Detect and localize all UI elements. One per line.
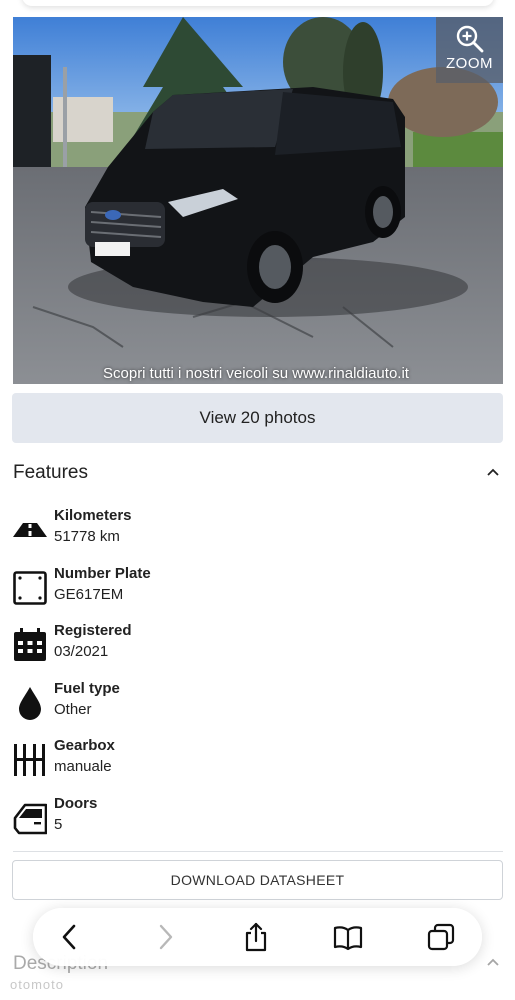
feature-label: Fuel type <box>54 680 120 697</box>
feature-gearbox: Gearbox manuale <box>13 737 493 783</box>
features-title: Features <box>13 462 88 483</box>
zoom-in-icon <box>456 25 483 53</box>
view-photos-button[interactable]: View 20 photos <box>12 393 503 443</box>
zoom-button[interactable]: ZOOM <box>436 17 503 83</box>
bookmarks-icon[interactable] <box>333 922 363 952</box>
feature-value: 51778 km <box>54 528 120 545</box>
forward-icon[interactable] <box>150 922 180 952</box>
feature-value: 5 <box>54 816 63 833</box>
browser-toolbar <box>33 908 482 966</box>
feature-label: Number Plate <box>54 565 151 582</box>
photo-caption: Scopri tutti i nostri veicoli su www.rin… <box>103 365 409 382</box>
feature-label: Kilometers <box>54 507 132 524</box>
gearbox-icon <box>14 744 45 776</box>
feature-value: 03/2021 <box>54 643 109 660</box>
chevron-up-icon <box>487 468 499 476</box>
feature-label: Doors <box>54 795 98 812</box>
feature-kilometers: Kilometers 51778 km <box>13 507 493 553</box>
feature-value: manuale <box>54 758 112 775</box>
section-divider <box>13 851 503 852</box>
feature-doors: Doors 5 <box>13 795 493 841</box>
fuel-drop-icon <box>19 687 41 720</box>
feature-registered: Registered 03/2021 <box>13 622 493 668</box>
feature-label: Gearbox <box>54 737 115 754</box>
zoom-label: ZOOM <box>446 55 493 72</box>
feature-value: Other <box>54 701 92 718</box>
feature-number-plate: Number Plate GE617EM <box>13 565 493 611</box>
share-icon[interactable] <box>241 922 271 952</box>
features-section-toggle[interactable]: Features <box>13 462 503 488</box>
road-icon <box>13 523 47 537</box>
car-door-icon <box>13 803 47 835</box>
watermark-logo: otomoto <box>10 977 64 992</box>
back-icon[interactable] <box>55 922 85 952</box>
vehicle-photo[interactable]: ZOOM Scopri tutti i nostri veicoli su ww… <box>13 17 503 384</box>
feature-label: Registered <box>54 622 132 639</box>
tabs-icon[interactable] <box>426 922 456 952</box>
feature-fuel-type: Fuel type Other <box>13 680 493 726</box>
plate-icon <box>13 571 47 605</box>
calendar-icon <box>14 628 46 661</box>
feature-value: GE617EM <box>54 586 124 603</box>
download-datasheet-button[interactable]: DOWNLOAD DATASHEET <box>12 860 503 900</box>
top-card-edge <box>22 0 494 6</box>
chevron-up-icon <box>487 958 499 966</box>
